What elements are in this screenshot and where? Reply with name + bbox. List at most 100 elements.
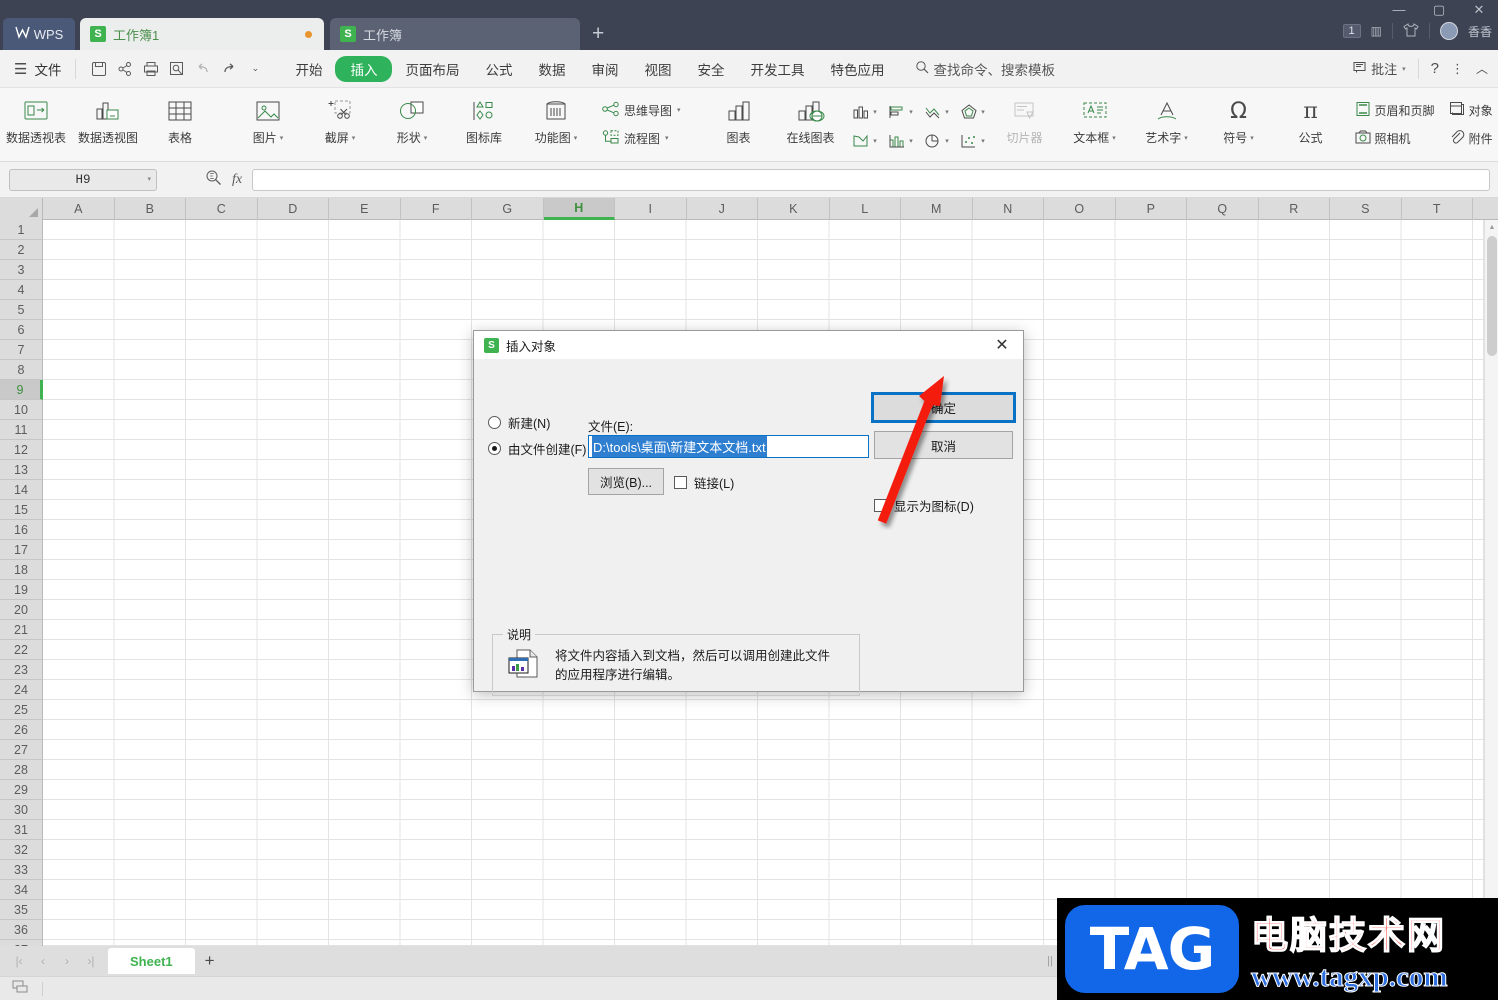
column-header-N[interactable]: N xyxy=(973,198,1044,220)
column-header-E[interactable]: E xyxy=(329,198,401,220)
column-header-G[interactable]: G xyxy=(472,198,544,220)
column-header-F[interactable]: F xyxy=(401,198,472,220)
radio-create-from-file[interactable]: 由文件创建(F) xyxy=(488,439,586,458)
more-options-button[interactable]: ⋮ xyxy=(1451,61,1464,77)
row-header-19[interactable]: 19 xyxy=(0,580,43,600)
tab-review[interactable]: 审阅 xyxy=(578,55,631,83)
row-header-9[interactable]: 9 xyxy=(0,380,43,400)
wordart-button[interactable]: 艺术字 ▾ xyxy=(1131,92,1203,156)
symbol-button[interactable]: Ω 符号 ▾ xyxy=(1203,92,1275,156)
column-header-M[interactable]: M xyxy=(901,198,973,220)
row-header-22[interactable]: 22 xyxy=(0,640,43,660)
row-header-11[interactable]: 11 xyxy=(0,420,43,440)
row-header-33[interactable]: 33 xyxy=(0,860,43,880)
attachment-button[interactable]: 附件 xyxy=(1443,125,1498,151)
sheet-nav-last-button[interactable]: ›| xyxy=(80,954,102,968)
pivot-table-button[interactable]: 数据透视表 xyxy=(0,92,72,156)
cancel-button[interactable]: 取消 xyxy=(874,431,1013,459)
vertical-scroll-thumb[interactable] xyxy=(1487,236,1497,356)
row-header-35[interactable]: 35 xyxy=(0,900,43,920)
row-header-23[interactable]: 23 xyxy=(0,660,43,680)
tab-data[interactable]: 数据 xyxy=(525,55,578,83)
ok-button[interactable]: 确定 xyxy=(871,392,1016,423)
row-header-26[interactable]: 26 xyxy=(0,720,43,740)
row-header-3[interactable]: 3 xyxy=(0,260,43,280)
hamburger-icon[interactable]: ☰ xyxy=(14,60,27,78)
row-header-29[interactable]: 29 xyxy=(0,780,43,800)
object-button[interactable]: 对象 xyxy=(1443,97,1498,123)
print-preview-icon[interactable] xyxy=(164,56,190,82)
table-button[interactable]: 表格 xyxy=(144,92,216,156)
name-box[interactable]: H9 ▾ xyxy=(9,168,157,191)
search-command-box[interactable]: 查找命令、搜索模板 xyxy=(915,59,1055,79)
column-header-O[interactable]: O xyxy=(1044,198,1116,220)
formula-input[interactable] xyxy=(252,168,1490,191)
header-footer-button[interactable]: 页眉和页脚 xyxy=(1349,97,1441,123)
sheet-nav-next-button[interactable]: › xyxy=(56,954,78,968)
new-document-tab-button[interactable]: + xyxy=(592,22,604,46)
column-header-R[interactable]: R xyxy=(1259,198,1330,220)
tab-dev-tools[interactable]: 开发工具 xyxy=(737,55,817,83)
window-stack-icon[interactable]: ▥ xyxy=(1371,24,1382,38)
column-header-D[interactable]: D xyxy=(258,198,329,220)
file-menu-button[interactable]: 文件 xyxy=(34,59,61,79)
close-button[interactable]: ✕ xyxy=(1468,2,1490,18)
tab-view[interactable]: 视图 xyxy=(631,55,684,83)
row-header-7[interactable]: 7 xyxy=(0,340,43,360)
row-header-32[interactable]: 32 xyxy=(0,840,43,860)
tab-start[interactable]: 开始 xyxy=(282,55,335,83)
row-header-6[interactable]: 6 xyxy=(0,320,43,340)
layout-view-icon[interactable] xyxy=(12,979,30,998)
display-as-icon-checkbox[interactable]: 显示为图标(D) xyxy=(874,496,974,515)
row-header-36[interactable]: 36 xyxy=(0,920,43,940)
row-header-34[interactable]: 34 xyxy=(0,880,43,900)
sheet-nav-prev-button[interactable]: ‹ xyxy=(32,954,54,968)
row-header-13[interactable]: 13 xyxy=(0,460,43,480)
icon-library-button[interactable]: 图标库 xyxy=(448,92,520,156)
row-header-10[interactable]: 10 xyxy=(0,400,43,420)
minimize-button[interactable]: — xyxy=(1388,2,1410,18)
picture-button[interactable]: 图片 ▾ xyxy=(232,92,304,156)
dialog-close-button[interactable]: ✕ xyxy=(981,331,1023,359)
chart-button[interactable]: 图表 xyxy=(703,92,775,156)
document-tab-2[interactable]: S 工作簿 xyxy=(330,18,580,50)
wps-home-button[interactable]: WPS xyxy=(3,18,75,50)
column-header-B[interactable]: B xyxy=(115,198,186,220)
row-header-31[interactable]: 31 xyxy=(0,820,43,840)
pie-chart-button[interactable]: ▾ xyxy=(919,127,955,155)
comment-button[interactable]: 批注 ▾ xyxy=(1353,59,1406,78)
row-header-8[interactable]: 8 xyxy=(0,360,43,380)
fx-label[interactable]: fx xyxy=(232,172,242,188)
row-header-18[interactable]: 18 xyxy=(0,560,43,580)
flowchart-button[interactable]: 流程图 ▾ xyxy=(596,125,687,151)
row-header-27[interactable]: 27 xyxy=(0,740,43,760)
vertical-scrollbar[interactable]: ▲ ▼ xyxy=(1484,220,1498,946)
browse-button[interactable]: 浏览(B)... xyxy=(588,468,664,495)
tab-formula[interactable]: 公式 xyxy=(472,55,525,83)
online-chart-button[interactable]: 在线图表 xyxy=(775,92,847,156)
radar-chart-button[interactable]: ▾ xyxy=(955,98,991,126)
column-header-H[interactable]: H xyxy=(543,198,615,220)
avatar[interactable] xyxy=(1439,22,1458,40)
sheet-tab-sheet1[interactable]: Sheet1 xyxy=(108,948,195,974)
bar-chart-button[interactable]: ▾ xyxy=(883,98,919,126)
combo-chart-button[interactable]: ▾ xyxy=(883,127,919,155)
row-header-14[interactable]: 14 xyxy=(0,480,43,500)
scroll-up-arrow-icon[interactable]: ▲ xyxy=(1485,220,1498,234)
row-header-16[interactable]: 16 xyxy=(0,520,43,540)
row-header-4[interactable]: 4 xyxy=(0,280,43,300)
row-header-15[interactable]: 15 xyxy=(0,500,43,520)
help-button[interactable]: ? xyxy=(1431,60,1439,77)
chevron-down-icon[interactable]: ▾ xyxy=(147,175,151,184)
user-name-label[interactable]: 香香 xyxy=(1468,23,1492,40)
row-header-24[interactable]: 24 xyxy=(0,680,43,700)
dialog-title-bar[interactable]: S 插入对象 ✕ xyxy=(474,331,1023,359)
row-header-5[interactable]: 5 xyxy=(0,300,43,320)
column-header-J[interactable]: J xyxy=(687,198,758,220)
line-chart-button[interactable]: ▾ xyxy=(919,98,955,126)
column-header-S[interactable]: S xyxy=(1330,198,1402,220)
row-header-28[interactable]: 28 xyxy=(0,760,43,780)
column-header-L[interactable]: L xyxy=(830,198,901,220)
tab-featured-apps[interactable]: 特色应用 xyxy=(817,55,897,83)
tab-insert[interactable]: 插入 xyxy=(335,55,393,82)
